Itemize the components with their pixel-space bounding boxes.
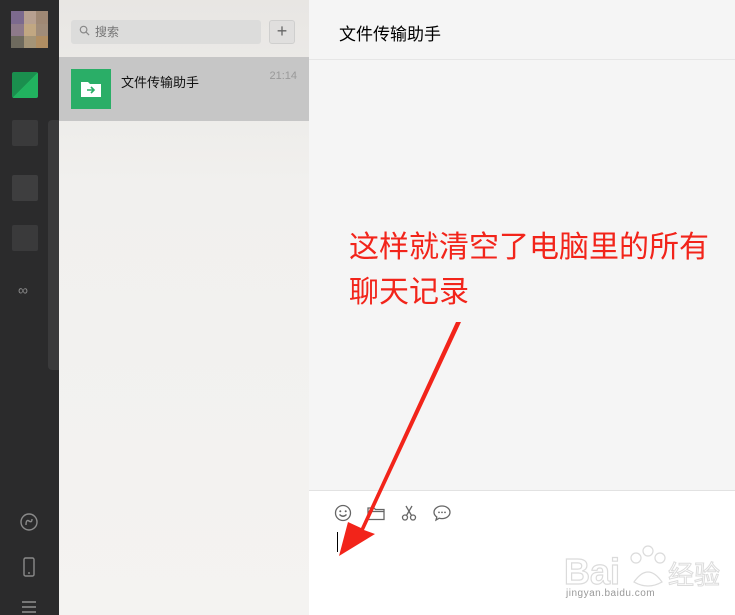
baidu-watermark-url: jingyan.baidu.com	[566, 588, 656, 599]
chat-list-item[interactable]: 文件传输助手 21:14	[59, 57, 309, 121]
favorites-nav-icon[interactable]	[12, 175, 38, 201]
nav-scroll-shade	[48, 120, 59, 370]
file-transfer-avatar	[71, 69, 111, 109]
chat-name: 文件传输助手	[121, 75, 200, 90]
avatar[interactable]	[11, 11, 48, 48]
phone-icon[interactable]	[16, 556, 42, 582]
search-box[interactable]	[71, 20, 261, 44]
mini-program-icon[interactable]	[16, 512, 42, 538]
svg-text:Bai: Bai	[564, 551, 620, 592]
annotation-arrow	[339, 322, 461, 556]
menu-icon[interactable]	[16, 596, 42, 615]
add-button[interactable]: +	[269, 20, 295, 44]
search-icon	[79, 25, 90, 36]
contacts-nav-icon[interactable]	[12, 120, 38, 146]
chat-time: 21:14	[269, 70, 297, 82]
folder-icon	[81, 82, 101, 97]
link-icon[interactable]: ∞	[10, 277, 36, 303]
chat-nav-icon[interactable]	[12, 72, 38, 98]
conversation-list-panel: + 文件传输助手 21:14	[59, 0, 309, 615]
search-input[interactable]	[95, 20, 255, 44]
chat-area: 文件传输助手 这样就清空了电脑里的所有聊天记录 Bai 经验 jingyan.b…	[309, 0, 735, 615]
svg-text:经验: 经验	[668, 561, 720, 591]
files-nav-icon[interactable]	[12, 225, 38, 251]
navigation-bar: ∞	[0, 0, 59, 615]
